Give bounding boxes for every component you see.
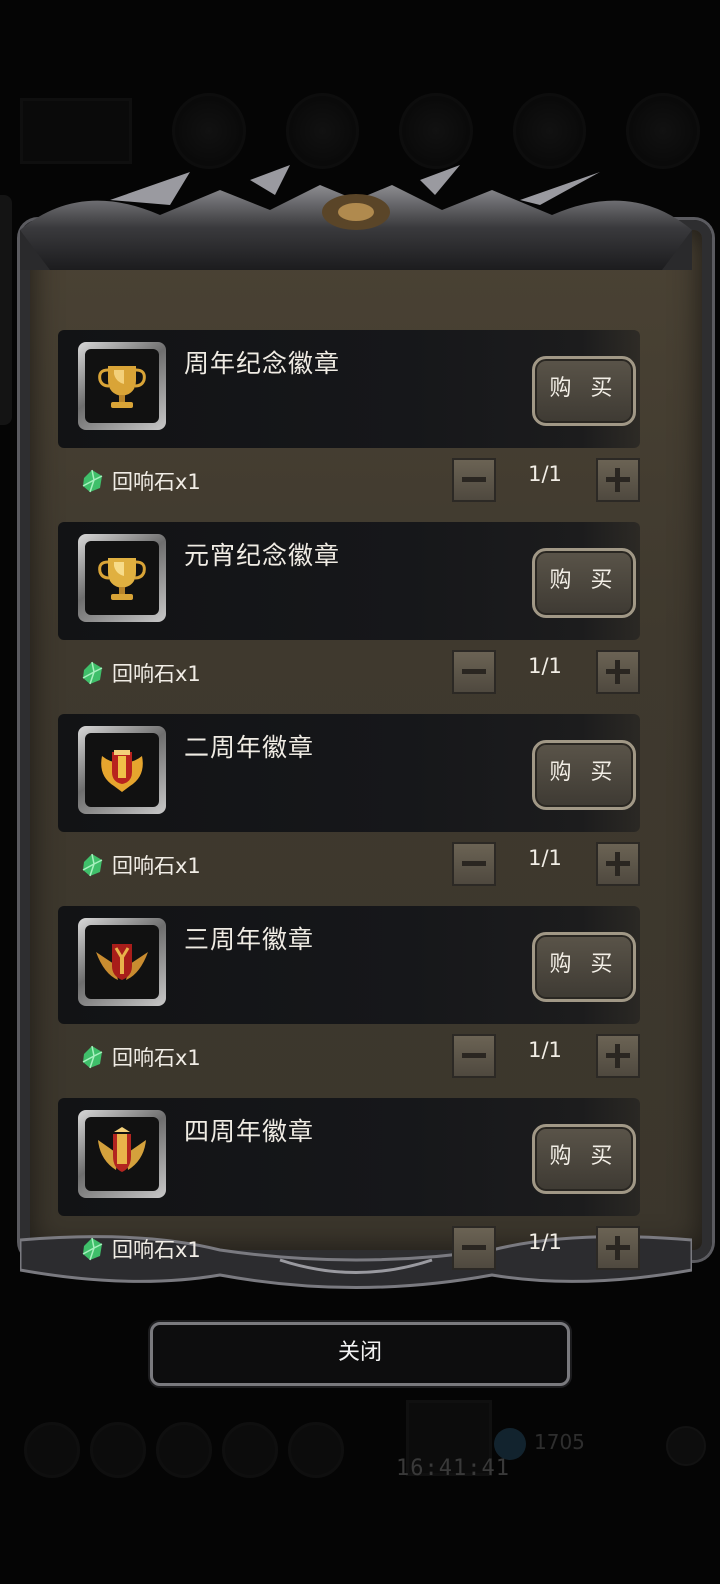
shop-item-card: 二周年徽章 购 买 — [58, 714, 640, 832]
cost-label: 回响石x1 — [112, 1238, 201, 1262]
shop-item-card: 四周年徽章 购 买 — [58, 1098, 640, 1216]
item-icon-frame[interactable] — [78, 918, 166, 1006]
gold-trophy-icon — [98, 558, 146, 600]
quantity-value: 1/1 — [528, 1038, 562, 1062]
item-name: 四周年徽章 — [184, 1117, 315, 1146]
background-top-bar — [20, 93, 700, 169]
item-cost: 回响石x1 — [80, 850, 201, 880]
decrease-quantity-button[interactable] — [452, 458, 496, 502]
item-name: 周年纪念徽章 — [184, 349, 341, 378]
background-currency-count: 1705 — [534, 1430, 585, 1454]
echo-stone-icon — [82, 1237, 103, 1261]
gold-trophy-icon — [98, 366, 146, 408]
background-side-tab — [0, 195, 12, 425]
cost-label: 回响石x1 — [112, 1046, 201, 1070]
background-skill-icon — [285, 93, 360, 169]
item-icon-frame[interactable] — [78, 726, 166, 814]
badge-list[interactable]: 周年纪念徽章 购 买 回响石x1 1/1 元宵纪念徽章 购 买 回响石x1 1/… — [58, 330, 658, 1415]
winged-crest-icon — [96, 944, 148, 980]
shop-item-row: 元宵纪念徽章 购 买 回响石x1 1/1 — [58, 522, 658, 714]
cost-label: 回响石x1 — [112, 470, 201, 494]
laurel-crest-icon — [98, 1127, 146, 1172]
increase-quantity-button[interactable] — [596, 458, 640, 502]
cost-label: 回响石x1 — [112, 854, 201, 878]
quantity-value: 1/1 — [528, 1230, 562, 1254]
item-icon-frame[interactable] — [78, 1110, 166, 1198]
item-icon-frame[interactable] — [78, 342, 166, 430]
echo-stone-icon — [82, 661, 103, 685]
buy-button[interactable]: 购 买 — [532, 1124, 636, 1194]
decrease-quantity-button[interactable] — [452, 1034, 496, 1078]
shop-item-row: 周年纪念徽章 购 买 回响石x1 1/1 — [58, 330, 658, 522]
echo-stone-icon — [82, 853, 103, 877]
item-cost: 回响石x1 — [80, 466, 201, 496]
background-menu-icon — [288, 1422, 344, 1478]
increase-quantity-button[interactable] — [596, 650, 640, 694]
background-menu-icon — [156, 1422, 212, 1478]
decrease-quantity-button[interactable] — [452, 842, 496, 886]
background-add-icon — [666, 1426, 706, 1466]
item-cost: 回响石x1 — [80, 1042, 201, 1072]
echo-stone-icon — [82, 1045, 103, 1069]
item-name: 元宵纪念徽章 — [184, 541, 341, 570]
item-cost: 回响石x1 — [80, 658, 201, 688]
background-clock: 16:41:41 — [396, 1456, 510, 1481]
cost-label: 回响石x1 — [112, 662, 201, 686]
background-skill-icon — [512, 93, 587, 169]
increase-quantity-button[interactable] — [596, 1034, 640, 1078]
shop-item-card: 三周年徽章 购 买 — [58, 906, 640, 1024]
echo-stone-icon — [82, 469, 103, 493]
decrease-quantity-button[interactable] — [452, 1226, 496, 1270]
item-name: 三周年徽章 — [184, 925, 315, 954]
background-skill-icon — [172, 93, 246, 169]
buy-button[interactable]: 购 买 — [532, 548, 636, 618]
quantity-value: 1/1 — [528, 846, 562, 870]
background-currency-icon — [494, 1428, 526, 1460]
item-icon-frame[interactable] — [78, 534, 166, 622]
badge-shop-panel: 周年纪念徽章 购 买 回响石x1 1/1 元宵纪念徽章 购 买 回响石x1 1/… — [20, 160, 712, 1300]
buy-button[interactable]: 购 买 — [532, 356, 636, 426]
shop-item-card: 元宵纪念徽章 购 买 — [58, 522, 640, 640]
background-menu-icon — [222, 1422, 278, 1478]
quantity-value: 1/1 — [528, 654, 562, 678]
shop-item-row: 三周年徽章 购 买 回响石x1 1/1 — [58, 906, 658, 1098]
background-skill-icon — [399, 93, 473, 169]
decrease-quantity-button[interactable] — [452, 650, 496, 694]
red-crest-icon — [101, 750, 143, 792]
increase-quantity-button[interactable] — [596, 1226, 640, 1270]
quantity-value: 1/1 — [528, 462, 562, 486]
shop-item-row: 四周年徽章 购 买 回响石x1 1/1 — [58, 1098, 658, 1290]
buy-button[interactable]: 购 买 — [532, 932, 636, 1002]
shop-item-row: 二周年徽章 购 买 回响石x1 1/1 — [58, 714, 658, 906]
background-menu-icon — [90, 1422, 146, 1478]
buy-button[interactable]: 购 买 — [532, 740, 636, 810]
increase-quantity-button[interactable] — [596, 842, 640, 886]
panel-top-ornament — [20, 165, 692, 270]
item-cost: 回响石x1 — [80, 1234, 201, 1264]
shop-item-card: 周年纪念徽章 购 买 — [58, 330, 640, 448]
close-button[interactable]: 关闭 — [150, 1322, 570, 1386]
background-skill-icon — [626, 93, 700, 169]
background-avatar-frame — [20, 98, 133, 164]
item-name: 二周年徽章 — [184, 733, 315, 762]
background-menu-icon — [24, 1422, 80, 1478]
